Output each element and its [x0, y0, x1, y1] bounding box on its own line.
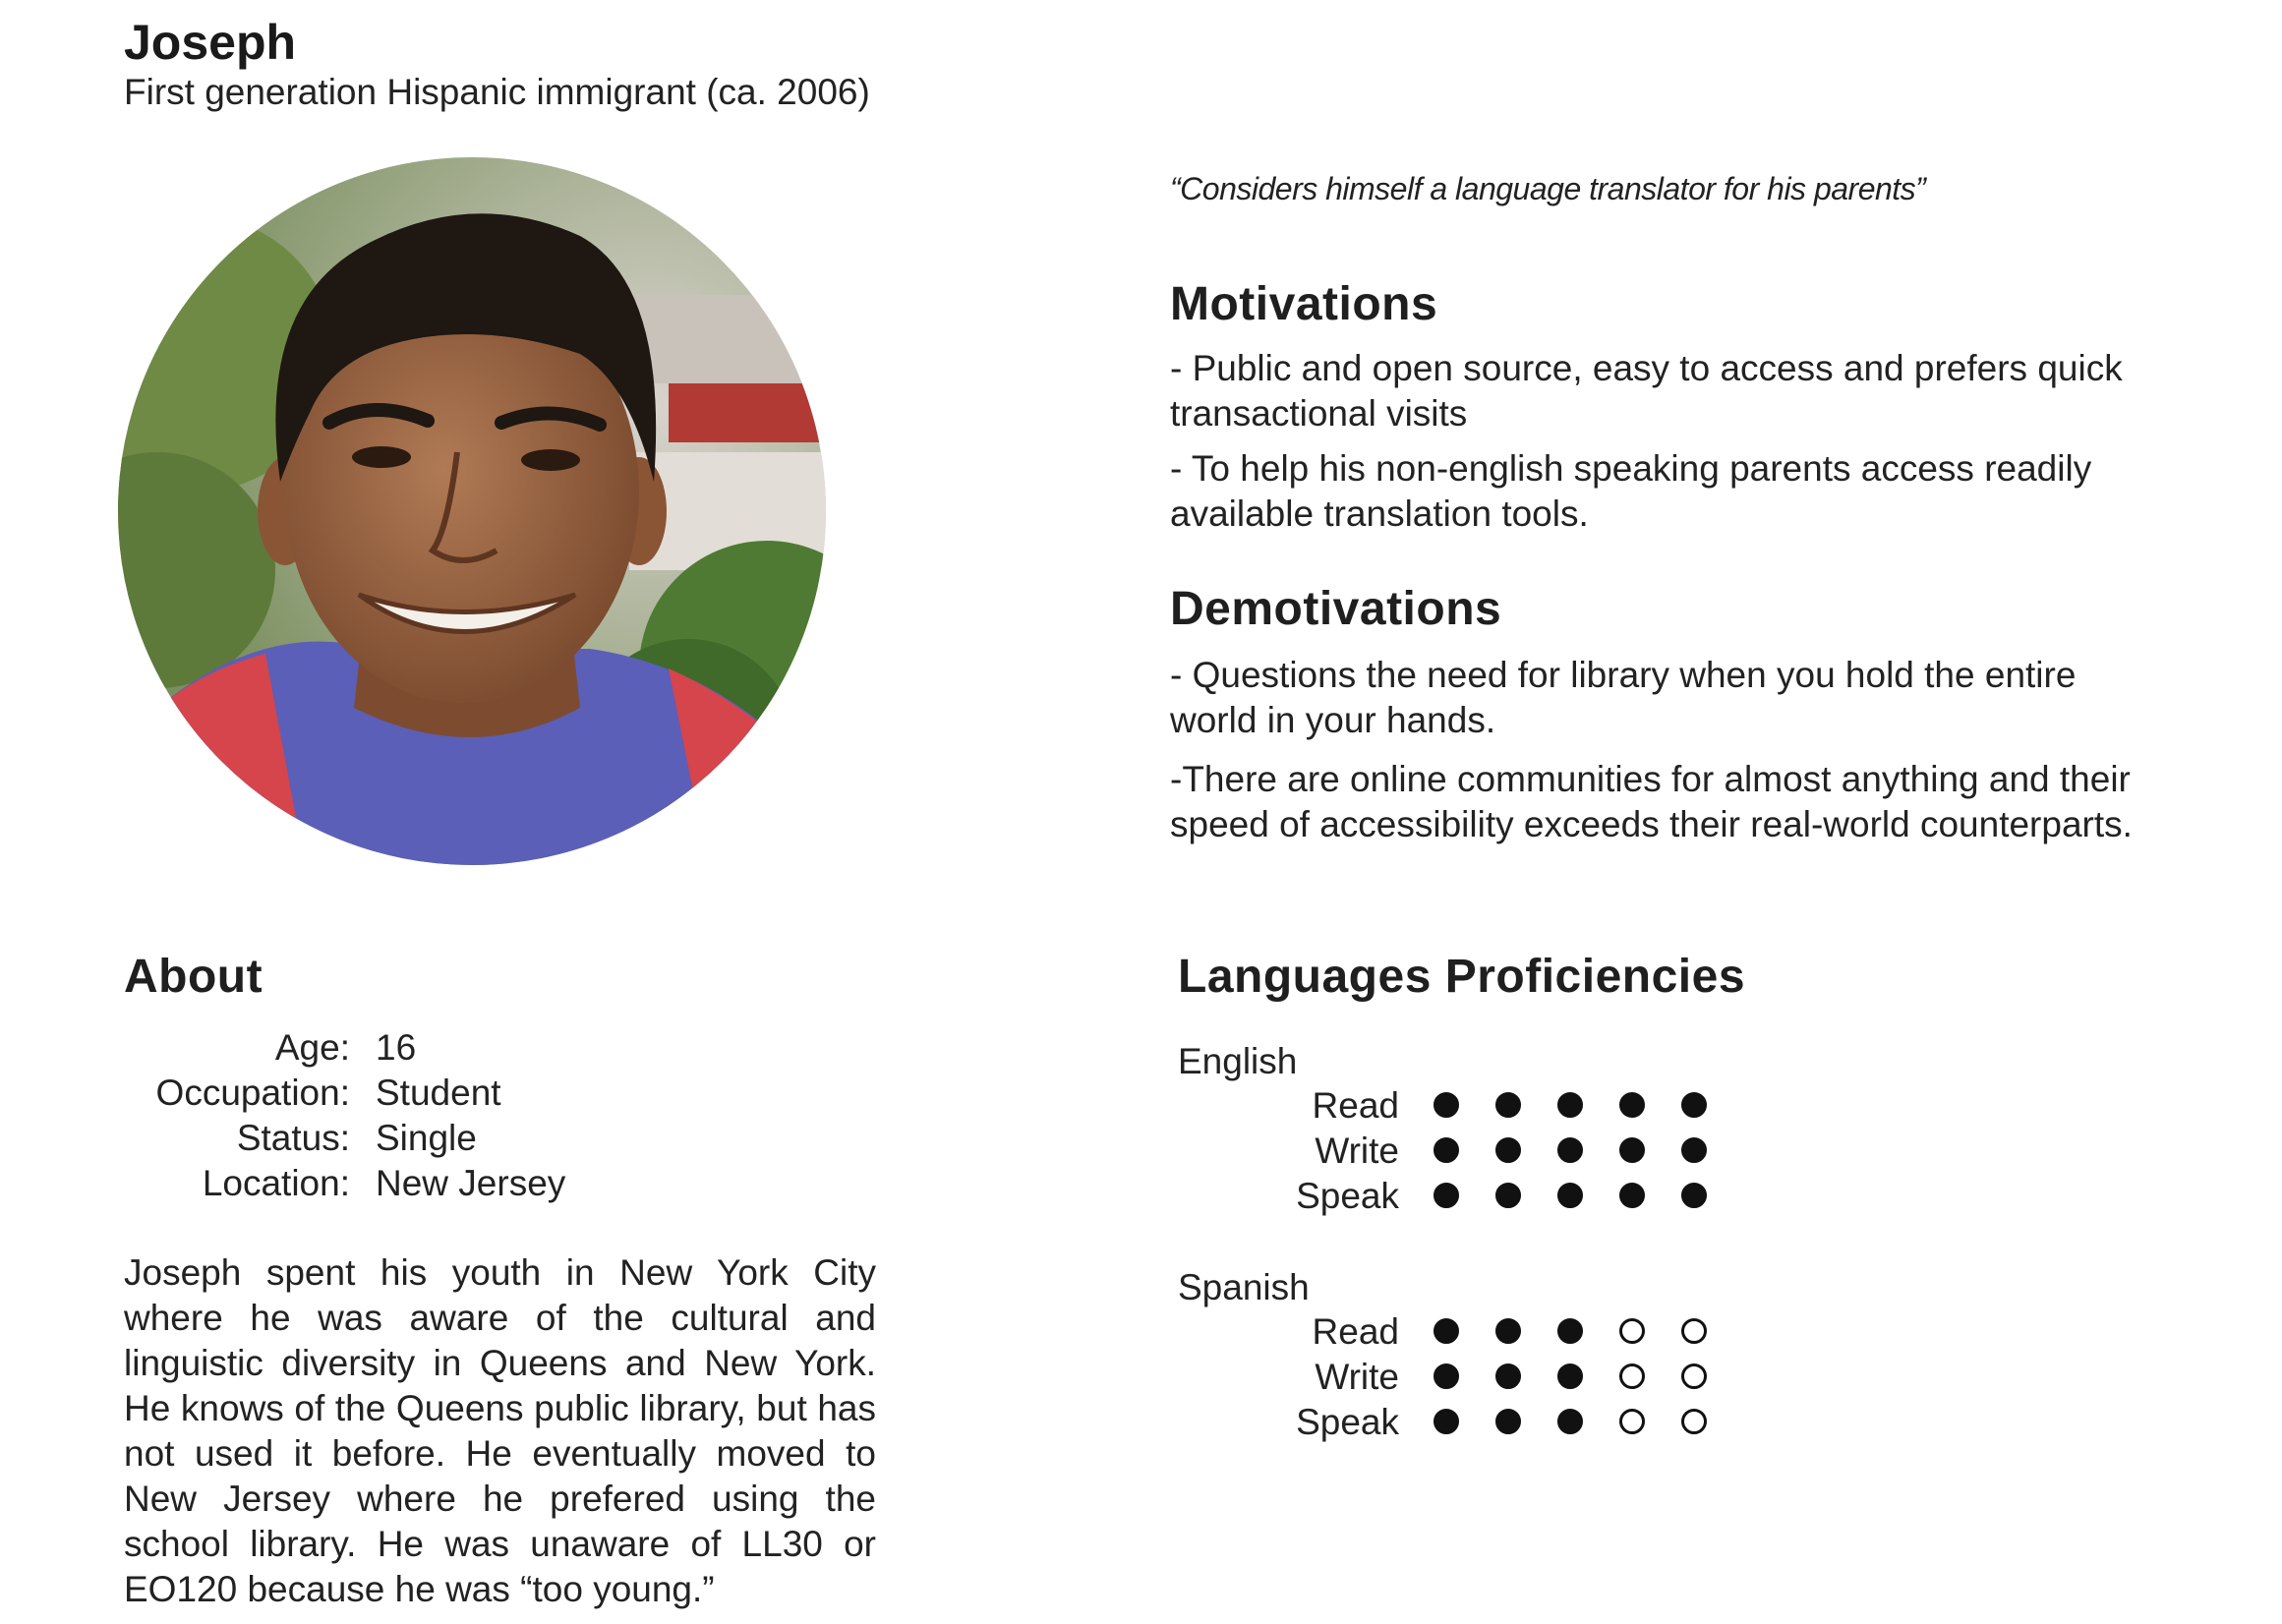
filled-dot-icon — [1434, 1092, 1459, 1118]
filled-dot-icon — [1495, 1318, 1521, 1344]
about-row-occupation: Occupation: Student — [124, 1071, 565, 1116]
about-label: Age: — [274, 1027, 350, 1068]
language-block-spanish: Spanish Read Write Speak — [1178, 1266, 1768, 1445]
filled-dot-icon — [1681, 1137, 1707, 1163]
demotivations-list: - Questions the need for library when yo… — [1170, 653, 2173, 861]
filled-dot-icon — [1434, 1137, 1459, 1163]
filled-dot-icon — [1681, 1092, 1707, 1118]
filled-dot-icon — [1495, 1363, 1521, 1389]
language-name: Spanish — [1178, 1267, 1310, 1307]
empty-dot-icon — [1681, 1409, 1707, 1434]
persona-quote: “Considers himself a language translator… — [1170, 171, 1926, 206]
proficiency-dots — [1434, 1309, 1728, 1355]
filled-dot-icon — [1557, 1363, 1583, 1389]
skill-label: Read — [1312, 1311, 1399, 1352]
skill-row-write: Write — [1178, 1355, 1768, 1400]
filled-dot-icon — [1681, 1183, 1707, 1208]
about-bio: Joseph spent his youth in New York City … — [124, 1252, 876, 1609]
skill-label: Speak — [1296, 1402, 1399, 1442]
filled-dot-icon — [1495, 1409, 1521, 1434]
filled-dot-icon — [1495, 1092, 1521, 1118]
empty-dot-icon — [1681, 1318, 1707, 1344]
about-value: Single — [376, 1118, 477, 1158]
motivations-heading: Motivations — [1170, 278, 1438, 330]
filled-dot-icon — [1557, 1409, 1583, 1434]
demotivations-heading: Demotivations — [1170, 583, 1502, 635]
filled-dot-icon — [1434, 1363, 1459, 1389]
about-value: 16 — [376, 1027, 417, 1068]
about-row-age: Age: 16 — [124, 1025, 565, 1071]
filled-dot-icon — [1619, 1183, 1645, 1208]
filled-dot-icon — [1495, 1137, 1521, 1163]
persona-subtitle: First generation Hispanic immigrant (ca.… — [124, 72, 870, 112]
filled-dot-icon — [1434, 1183, 1459, 1208]
filled-dot-icon — [1557, 1137, 1583, 1163]
proficiency-dots — [1434, 1083, 1728, 1129]
filled-dot-icon — [1557, 1318, 1583, 1344]
languages-heading: Languages Proficiencies — [1178, 951, 1746, 1003]
language-block-english: English Read Write Speak — [1178, 1040, 1768, 1219]
filled-dot-icon — [1557, 1092, 1583, 1118]
empty-dot-icon — [1619, 1318, 1645, 1344]
empty-dot-icon — [1619, 1363, 1645, 1389]
skill-row-read: Read — [1178, 1083, 1768, 1129]
language-name: English — [1178, 1041, 1298, 1081]
skill-label: Speak — [1296, 1176, 1399, 1216]
demotivation-item: - Questions the need for library when yo… — [1170, 655, 2077, 740]
skill-row-read: Read — [1178, 1309, 1768, 1355]
skill-label: Write — [1315, 1357, 1399, 1397]
proficiency-dots — [1434, 1129, 1728, 1174]
about-label: Status: — [236, 1118, 350, 1158]
about-label: Location: — [202, 1163, 350, 1203]
persona-name: Joseph — [124, 15, 297, 70]
skill-row-speak: Speak — [1178, 1400, 1768, 1445]
persona-photo — [118, 157, 826, 865]
motivation-item: - To help his non-english speaking paren… — [1170, 448, 2092, 534]
proficiency-dots — [1434, 1400, 1728, 1445]
filled-dot-icon — [1434, 1409, 1459, 1434]
skill-row-write: Write — [1178, 1129, 1768, 1174]
about-row-location: Location: New Jersey — [124, 1161, 565, 1206]
filled-dot-icon — [1619, 1092, 1645, 1118]
demotivation-item: -There are online communities for almost… — [1170, 759, 2133, 844]
empty-dot-icon — [1681, 1363, 1707, 1389]
skill-label: Write — [1315, 1131, 1399, 1171]
about-value: Student — [376, 1073, 501, 1113]
filled-dot-icon — [1434, 1318, 1459, 1344]
proficiency-dots — [1434, 1355, 1728, 1400]
proficiency-dots — [1434, 1174, 1728, 1219]
about-value: New Jersey — [376, 1163, 566, 1203]
about-heading: About — [124, 951, 263, 1003]
filled-dot-icon — [1557, 1183, 1583, 1208]
filled-dot-icon — [1495, 1183, 1521, 1208]
empty-dot-icon — [1619, 1409, 1645, 1434]
motivations-list: - Public and open source, easy to access… — [1170, 346, 2153, 547]
skill-row-speak: Speak — [1178, 1174, 1768, 1219]
about-label: Occupation: — [155, 1073, 350, 1113]
motivation-item: - Public and open source, easy to access… — [1170, 348, 2123, 434]
about-details-table: Age: 16 Occupation: Student Status: Sing… — [124, 1025, 566, 1206]
skill-label: Read — [1312, 1085, 1399, 1126]
about-row-status: Status: Single — [124, 1116, 565, 1161]
filled-dot-icon — [1619, 1137, 1645, 1163]
